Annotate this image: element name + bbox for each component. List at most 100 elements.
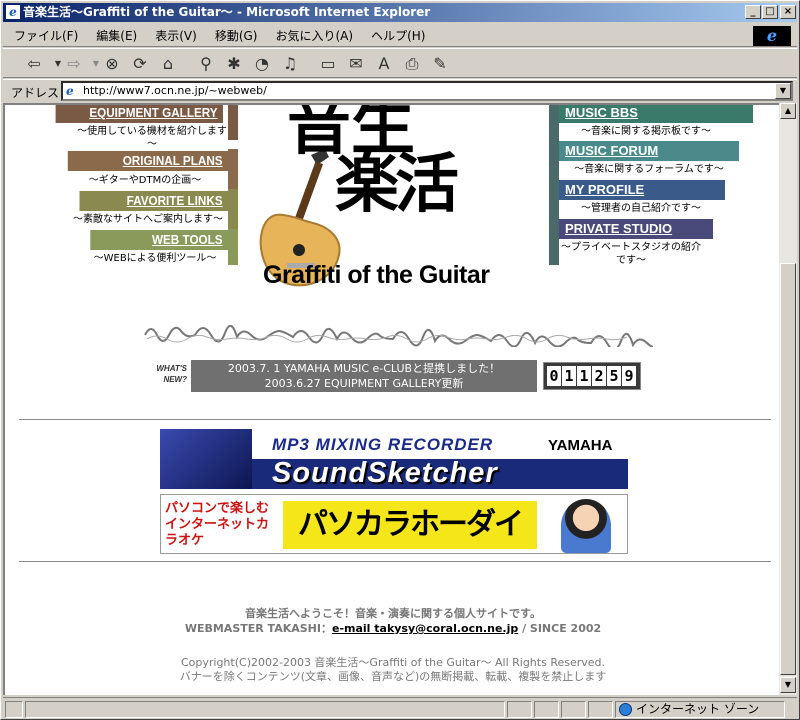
divider: [19, 561, 771, 563]
nav-original-plans-desc: ～ギターやDTMの企画～: [88, 175, 202, 186]
history-icon[interactable]: ◔: [251, 53, 273, 75]
nav-music-bbs[interactable]: MUSIC BBS: [559, 105, 753, 123]
nav-connector: [228, 229, 238, 265]
page-content: EQUIPMENT GALLERY ～使用している機材を紹介します～ ORIGI…: [3, 103, 779, 695]
globe-icon: [619, 703, 632, 716]
address-input[interactable]: e http://www7.ocn.ne.jp/~webweb/ ▼: [61, 81, 793, 101]
menu-edit[interactable]: 編集(E): [89, 25, 144, 47]
status-page-icon: [5, 701, 23, 718]
close-button[interactable]: ×: [780, 5, 796, 19]
karaoke-tagline: パソコンで楽しむインターネットカラオケ: [161, 495, 281, 553]
nav-my-profile-desc: ～管理者の自己紹介です～: [581, 203, 701, 214]
visitor-counter: 011259: [543, 362, 641, 390]
handwritten-message-image: [144, 325, 653, 347]
status-text: [25, 701, 505, 718]
maximize-button[interactable]: □: [762, 5, 778, 19]
news-line[interactable]: 2003.6.27 EQUIPMENT GALLERY更新: [191, 376, 537, 391]
address-dropdown-icon[interactable]: ▼: [775, 83, 791, 99]
ie-throbber-icon: e: [753, 26, 791, 46]
vertical-scrollbar[interactable]: ▲ ▼: [779, 103, 797, 695]
karaoke-banner[interactable]: パソコンで楽しむインターネットカラオケ パソカラホーダイ: [160, 494, 628, 554]
ie-logo-icon: e: [6, 5, 20, 19]
fullscreen-icon[interactable]: ▭: [317, 53, 339, 75]
banner-product: SoundSketcher: [272, 457, 498, 489]
window-title: 音楽生活～Graffiti of the Guitar～ - Microsoft…: [23, 5, 431, 19]
print-icon[interactable]: ⎙: [401, 53, 423, 75]
address-bar: アドレス e http://www7.ocn.ne.jp/~webweb/ ▼: [3, 79, 797, 101]
scroll-up-icon[interactable]: ▲: [780, 103, 796, 119]
media-icon[interactable]: ♫: [279, 53, 301, 75]
refresh-icon[interactable]: ⟳: [129, 53, 151, 75]
nav-private-studio-desc: ～プライベートスタジオの紹介です～: [561, 242, 701, 266]
scroll-thumb[interactable]: [780, 263, 796, 675]
menu-go[interactable]: 移動(G): [208, 25, 265, 47]
banner-brand: YAMAHA: [548, 437, 613, 454]
banner-line1: MP3 MIXING RECORDER: [272, 435, 494, 454]
nav-equipment-gallery-desc: ～使用している機材を紹介します～: [77, 126, 227, 150]
nav-music-bbs-desc: ～音楽に関する掲示板です～: [581, 126, 711, 137]
status-bar: インターネット ゾーン: [3, 697, 797, 719]
logo-english: Graffiti of the Guitar: [263, 261, 490, 289]
edit-icon[interactable]: ✎: [429, 53, 451, 75]
favorites-icon[interactable]: ✱: [223, 53, 245, 75]
menu-file[interactable]: ファイル(F): [7, 25, 85, 47]
scroll-down-icon[interactable]: ▼: [780, 677, 796, 693]
footer-webmaster: WEBMASTER TAKASHI：e-mail takysy@coral.oc…: [5, 620, 779, 636]
toolbar: ⇦ ▼ ⇨ ▼ ⊗ ⟳ ⌂ ⚲ ✱ ◔ ♫ ▭ ✉ A ⎙ ✎: [3, 48, 797, 78]
nav-my-profile[interactable]: MY PROFILE: [559, 180, 725, 200]
status-cell: [507, 701, 532, 718]
menu-help[interactable]: ヘルプ(H): [364, 25, 432, 47]
forward-icon[interactable]: ⇨: [63, 53, 85, 75]
counter-digit: 2: [592, 366, 606, 386]
title-bar: e 音楽生活～Graffiti of the Guitar～ - Microso…: [3, 3, 797, 22]
mail-icon[interactable]: ✉: [345, 53, 367, 75]
news-line[interactable]: 2003.7. 1 YAMAHA MUSIC e-CLUBと提携しました！: [191, 361, 537, 376]
footer-notice: バナーを除くコンテンツ(文章、画像、音声など)の無断掲載、転載、複製を禁止します: [179, 670, 607, 683]
news-box: 2003.7. 1 YAMAHA MUSIC e-CLUBと提携しました！ 20…: [191, 360, 537, 392]
logo-kanji-bottom: 楽活: [335, 147, 459, 222]
nav-web-tools-desc: ～WEBによる便利ツール～: [93, 253, 217, 264]
search-icon[interactable]: ⚲: [195, 53, 217, 75]
status-cell: [588, 701, 613, 718]
address-url: http://www7.ocn.ne.jp/~webweb/: [83, 84, 267, 97]
counter-digit: 5: [607, 366, 621, 386]
nav-connector: [228, 149, 238, 189]
counter-digit: 1: [562, 366, 576, 386]
home-icon[interactable]: ⌂: [157, 53, 179, 75]
whats-new-label: WHAT'S NEW?: [156, 364, 187, 384]
footer-webmaster-prefix: WEBMASTER TAKASHI：: [184, 622, 332, 635]
nav-connector: [228, 189, 238, 229]
stop-icon[interactable]: ⊗: [101, 53, 123, 75]
nav-music-forum[interactable]: MUSIC FORUM: [559, 141, 739, 161]
counter-digit: 1: [577, 366, 591, 386]
nav-favorite-links[interactable]: FAVORITE LINKS: [79, 191, 228, 211]
font-icon[interactable]: A: [373, 53, 395, 75]
counter-digit: 0: [547, 366, 561, 386]
menu-bar: ファイル(F) 編集(E) 表示(V) 移動(G) お気に入り(A) ヘルプ(H) e: [3, 25, 797, 47]
nav-favorite-links-desc: ～素敵なサイトへご案内します～: [73, 214, 223, 225]
footer-welcome: 音楽生活へようこそ！音楽・演奏に関する個人サイトです。: [245, 607, 541, 620]
nav-equipment-gallery[interactable]: EQUIPMENT GALLERY: [55, 105, 223, 123]
zone-label: インターネット ゾーン: [636, 702, 760, 716]
footer-since: / SINCE 2002: [518, 622, 602, 635]
email-link[interactable]: e-mail takysy@coral.ocn.ne.jp: [332, 622, 518, 635]
page-icon: e: [66, 84, 74, 98]
menu-view[interactable]: 表示(V): [148, 25, 204, 47]
menu-favorites[interactable]: お気に入り(A): [268, 25, 360, 47]
karaoke-title: パソカラホーダイ: [283, 501, 537, 549]
browser-window: e 音楽生活～Graffiti of the Guitar～ - Microso…: [0, 0, 800, 720]
counter-digit: 9: [622, 366, 636, 386]
recorder-device-image: [160, 429, 252, 489]
nav-original-plans[interactable]: ORIGINAL PLANS: [67, 151, 228, 171]
address-label: アドレス: [11, 86, 60, 100]
minimize-button[interactable]: _: [745, 5, 761, 19]
nav-private-studio[interactable]: PRIVATE STUDIO: [559, 219, 713, 239]
status-cell: [534, 701, 559, 718]
yamaha-soundsketcher-banner[interactable]: MP3 MIXING RECORDER YAMAHA SoundSketcher: [160, 429, 628, 489]
divider: [19, 419, 771, 421]
nav-web-tools[interactable]: WEB TOOLS: [90, 230, 228, 250]
security-zone: インターネット ゾーン: [615, 701, 785, 718]
singer-image: [561, 499, 611, 553]
nav-music-forum-desc: ～音楽に関するフォーラムです～: [574, 164, 724, 175]
back-icon[interactable]: ⇦: [23, 53, 45, 75]
